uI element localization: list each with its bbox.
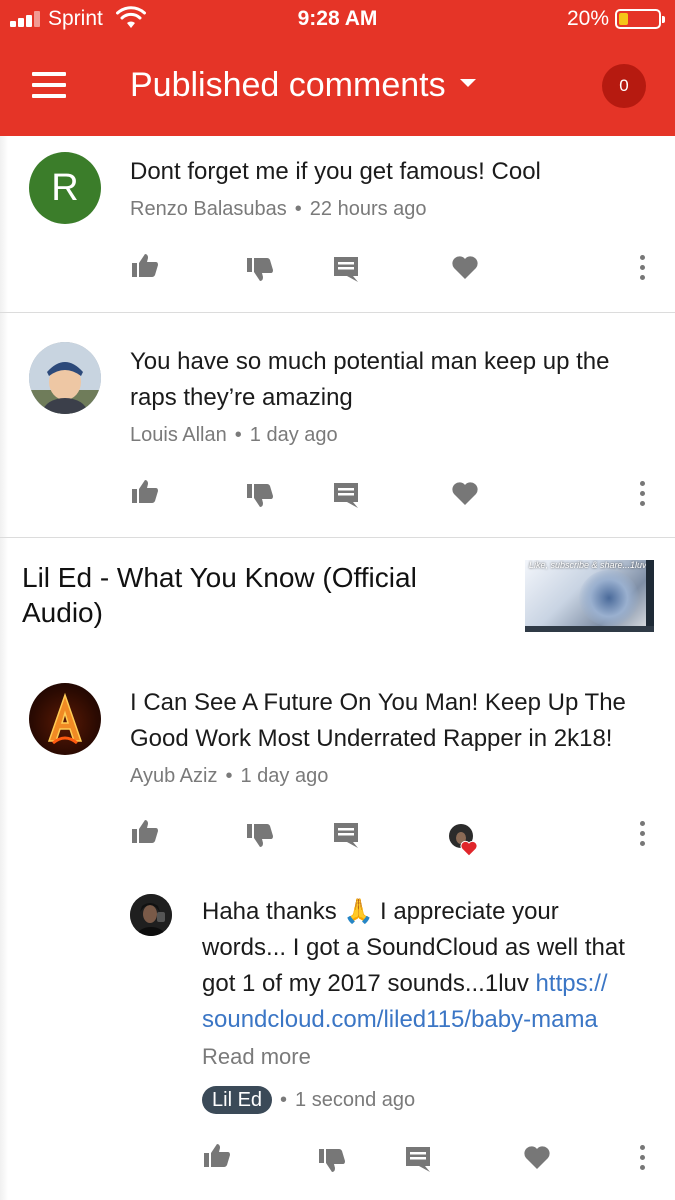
more-vertical-icon[interactable] — [636, 479, 648, 509]
soundcloud-link[interactable]: soundcloud.com/liled115/baby-mama — [202, 1006, 598, 1033]
thumbs-up-icon[interactable] — [202, 1140, 232, 1170]
heart-icon[interactable] — [522, 1142, 552, 1172]
avatar[interactable] — [29, 683, 101, 755]
battery-icon — [615, 9, 665, 29]
comment-text: You have so much potential man keep up t… — [130, 344, 650, 416]
video-title-line: Lil Ed - What You Know (Official — [22, 562, 417, 593]
video-thumbnail[interactable]: Like, subscribe & share...1luv — [525, 560, 654, 632]
thumbs-down-icon[interactable] — [317, 1146, 347, 1176]
status-bar: Sprint 9:28 AM 20% — [0, 0, 675, 40]
edge-shadow — [0, 136, 8, 1200]
praying-hands-emoji: 🙏 — [343, 898, 374, 925]
heart-icon[interactable] — [450, 252, 480, 282]
dropdown-caret-icon — [459, 79, 476, 88]
heart-icon[interactable] — [450, 478, 480, 508]
reply-time: 1 second ago — [295, 1089, 416, 1111]
comment-meta: Ayub Aziz • 1 day ago — [130, 765, 329, 787]
reply-text-segment: I appreciate your — [380, 898, 559, 925]
thumbs-up-icon[interactable] — [130, 476, 160, 506]
reply-meta: Lil Ed • 1 second ago — [202, 1086, 415, 1114]
comment-text: Dont forget me if you get famous! Cool — [130, 158, 541, 185]
soundcloud-link[interactable]: https:// — [536, 970, 608, 997]
reply-comment-icon[interactable] — [403, 1144, 433, 1174]
comment-text-line: Good Work Most Underrated Rapper in 2k18… — [130, 725, 613, 752]
thumbs-down-icon[interactable] — [245, 481, 275, 511]
comment-meta: Louis Allan • 1 day ago — [130, 424, 338, 446]
reply-text: Haha thanks 🙏 I appreciate your words...… — [202, 894, 652, 1038]
read-more-link[interactable]: Read more — [202, 1044, 311, 1070]
thumbs-up-icon[interactable] — [130, 816, 160, 846]
comment-author[interactable]: Louis Allan — [130, 424, 227, 446]
more-vertical-icon[interactable] — [636, 253, 648, 283]
more-vertical-icon[interactable] — [636, 1143, 648, 1173]
comment-author[interactable]: Ayub Aziz — [130, 765, 217, 787]
comment-text-line: You have so much potential man keep up t… — [130, 348, 610, 375]
avatar[interactable] — [29, 342, 101, 414]
channel-owner-badge[interactable]: Lil Ed — [202, 1086, 273, 1114]
reply-comment-icon[interactable] — [331, 480, 361, 510]
comment-author[interactable]: Renzo Balasubas — [130, 198, 287, 220]
battery-percent: 20% — [566, 7, 609, 30]
comment-time: 1 day ago — [240, 765, 329, 787]
thumbnail-image — [579, 570, 639, 626]
thumbs-down-icon[interactable] — [245, 255, 275, 285]
thumbnail-bar — [525, 626, 654, 632]
reply-comment-icon[interactable] — [331, 820, 361, 850]
app-header: Sprint 9:28 AM 20% Published comments 0 — [0, 0, 675, 136]
avatar[interactable] — [130, 894, 172, 936]
thumbs-up-icon[interactable] — [130, 250, 160, 280]
thumbs-down-icon[interactable] — [245, 821, 275, 851]
divider — [0, 537, 675, 538]
video-title-line: Audio) — [22, 597, 103, 628]
comment-text-line: I Can See A Future On You Man! Keep Up T… — [130, 689, 626, 716]
creator-heart-icon[interactable] — [447, 822, 483, 858]
comment-text-line: raps they’re amazing — [130, 384, 353, 411]
comment-text: I Can See A Future On You Man! Keep Up T… — [130, 685, 660, 757]
page-title-dropdown[interactable]: Published comments — [130, 66, 476, 105]
thumbnail-caption: Like, subscribe & share...1luv — [529, 560, 647, 570]
avatar-letter: R — [51, 167, 79, 209]
reply-text-segment: Haha thanks — [202, 898, 337, 925]
thumbnail-edge — [646, 560, 654, 632]
page-title: Published comments — [130, 66, 446, 104]
more-vertical-icon[interactable] — [636, 819, 648, 849]
reply-text-segment: words... I got a SoundCloud as well that — [202, 934, 625, 961]
comment-meta: Renzo Balasubas • 22 hours ago — [130, 198, 427, 220]
reply-comment-icon[interactable] — [331, 254, 361, 284]
menu-button[interactable] — [32, 72, 68, 102]
comment-count-badge[interactable]: 0 — [602, 64, 646, 108]
comment-time: 22 hours ago — [309, 198, 427, 220]
video-title[interactable]: Lil Ed - What You Know (Official Audio) — [22, 560, 492, 630]
divider — [0, 312, 675, 313]
avatar[interactable]: R — [29, 152, 101, 224]
reply-text-segment: got 1 of my 2017 sounds...1luv — [202, 970, 529, 997]
comment-time: 1 day ago — [249, 424, 338, 446]
